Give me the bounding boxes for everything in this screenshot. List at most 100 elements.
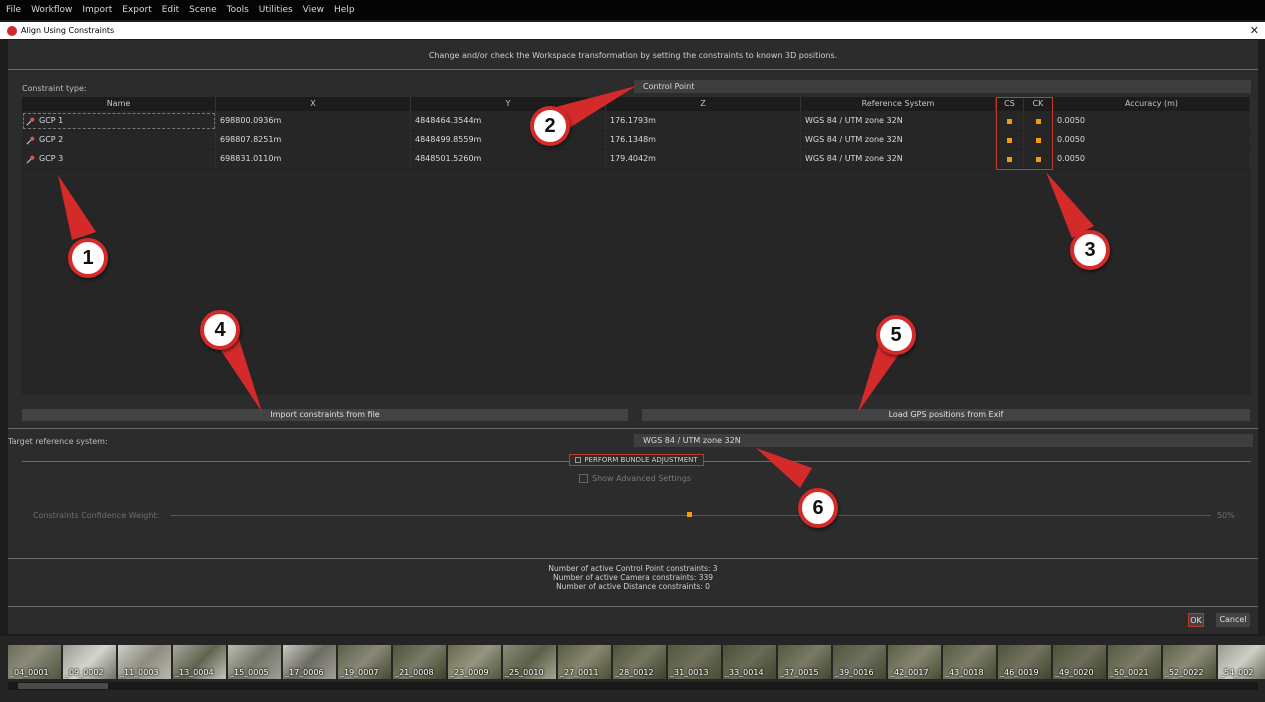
menu-import[interactable]: Import	[82, 5, 112, 15]
col-y-header[interactable]: Y	[411, 97, 606, 111]
thumbnail[interactable]: _37_0015	[778, 645, 831, 679]
thumbnail[interactable]: _21_0008	[393, 645, 446, 679]
cs-checkbox[interactable]	[996, 112, 1024, 130]
accuracy-cell[interactable]: 0.0050	[1053, 112, 1251, 130]
callout-marker: 4	[200, 310, 240, 350]
col-z-header[interactable]: Z	[606, 97, 801, 111]
thumbnail[interactable]: _54_002	[1218, 645, 1265, 679]
thumbnail[interactable]: _17_0006	[283, 645, 336, 679]
callout-marker: 2	[530, 106, 570, 146]
thumbnail[interactable]: _27_0011	[558, 645, 611, 679]
bundle-adjustment-toggle[interactable]: PERFORM BUNDLE ADJUSTMENT	[569, 454, 704, 466]
scrollbar-thumb[interactable]	[18, 683, 108, 689]
cancel-button[interactable]: Cancel	[1216, 613, 1250, 627]
z-cell[interactable]: 179.4042m	[606, 150, 801, 168]
thumbnail[interactable]: _15_0005	[228, 645, 281, 679]
ck-checkbox[interactable]	[1024, 150, 1053, 168]
thumbnail[interactable]: _39_0016	[833, 645, 886, 679]
col-x-header[interactable]: X	[216, 97, 411, 111]
thumbnail[interactable]: _46_0019	[998, 645, 1051, 679]
col-accuracy-header[interactable]: Accuracy (m)	[1053, 97, 1251, 111]
cs-checkbox[interactable]	[996, 150, 1024, 168]
row-name-cell[interactable]: GCP 2	[22, 131, 216, 149]
advanced-settings-label: Show Advanced Settings	[592, 474, 691, 483]
ck-checkbox[interactable]	[1024, 112, 1053, 130]
thumbnail[interactable]: _49_0020	[1053, 645, 1106, 679]
divider	[8, 558, 1258, 559]
menu-edit[interactable]: Edit	[162, 5, 179, 15]
menu-bar: File Workflow Import Export Edit Scene T…	[0, 0, 1265, 20]
row-name-cell[interactable]: GCP 3	[22, 150, 216, 168]
target-reference-select[interactable]: WGS 84 / UTM zone 32N	[634, 434, 1253, 447]
thumbnail[interactable]: _52_0022	[1163, 645, 1216, 679]
thumbnail-label: _31_0013	[670, 668, 709, 677]
row-name: GCP 2	[39, 135, 64, 144]
col-ref-header[interactable]: Reference System	[801, 97, 996, 111]
y-cell[interactable]: 4848501.5260m	[411, 150, 606, 168]
constraints-table: Name X Y Z Reference System CS CK Accura…	[22, 97, 1251, 395]
checked-mark-icon	[1007, 137, 1012, 143]
constraint-type-select[interactable]: Control Point	[634, 80, 1251, 93]
col-ck-header[interactable]: CK	[1024, 97, 1053, 111]
ok-button[interactable]: OK	[1188, 613, 1204, 627]
x-cell[interactable]: 698800.0936m	[216, 112, 411, 130]
slider-handle[interactable]	[687, 512, 692, 517]
y-cell[interactable]: 4848464.3544m	[411, 112, 606, 130]
checked-mark-icon	[1007, 156, 1012, 162]
thumbnail[interactable]: _04_0001	[8, 645, 61, 679]
toggle-indicator-icon	[575, 457, 582, 463]
load-gps-button[interactable]: Load GPS positions from Exif	[642, 409, 1250, 421]
thumbnail[interactable]: _13_0004	[173, 645, 226, 679]
col-name-header[interactable]: Name	[22, 97, 216, 111]
ck-checkbox[interactable]	[1024, 131, 1053, 149]
z-cell[interactable]: 176.1793m	[606, 112, 801, 130]
row-name-cell[interactable]: GCP 1	[22, 112, 216, 130]
table-row[interactable]: GCP 2 698807.8251m 4848499.8559m 176.134…	[22, 131, 1251, 150]
thumbnail[interactable]: _42_0017	[888, 645, 941, 679]
image-filmstrip: _04_0001 _09_0002 _11_0003 _13_0004 _15_…	[0, 636, 1265, 702]
y-cell[interactable]: 4848499.8559m	[411, 131, 606, 149]
menu-tools[interactable]: Tools	[227, 5, 249, 15]
row-name: GCP 3	[39, 154, 64, 163]
menu-utilities[interactable]: Utilities	[259, 5, 293, 15]
import-constraints-button[interactable]: Import constraints from file	[22, 409, 628, 421]
checked-mark-icon	[1007, 118, 1012, 124]
thumbnail[interactable]: _25_0010	[503, 645, 556, 679]
x-cell[interactable]: 698831.0110m	[216, 150, 411, 168]
menu-workflow[interactable]: Workflow	[31, 5, 72, 15]
thumbnail[interactable]: _50_0021	[1108, 645, 1161, 679]
dialog-titlebar: Align Using Constraints ✕	[0, 22, 1265, 39]
menu-view[interactable]: View	[303, 5, 324, 15]
thumbnail[interactable]: _11_0003	[118, 645, 171, 679]
thumbnail-label: _23_0009	[450, 668, 489, 677]
thumbnail[interactable]: _19_0007	[338, 645, 391, 679]
thumbnail[interactable]: _23_0009	[448, 645, 501, 679]
table-row[interactable]: GCP 3 698831.0110m 4848501.5260m 179.404…	[22, 150, 1251, 169]
ref-cell[interactable]: WGS 84 / UTM zone 32N	[801, 150, 996, 168]
accuracy-cell[interactable]: 0.0050	[1053, 131, 1251, 149]
thumbnail[interactable]: _33_0014	[723, 645, 776, 679]
thumbnail-label: _54_002	[1220, 668, 1254, 677]
menu-file[interactable]: File	[6, 5, 21, 15]
accuracy-cell[interactable]: 0.0050	[1053, 150, 1251, 168]
advanced-settings-checkbox[interactable]: Show Advanced Settings	[579, 474, 691, 483]
x-cell[interactable]: 698807.8251m	[216, 131, 411, 149]
thumbnail-label: _39_0016	[835, 668, 874, 677]
filmstrip-scrollbar[interactable]	[8, 682, 1258, 690]
thumbnail[interactable]: _09_0002	[63, 645, 116, 679]
callout-marker: 3	[1070, 230, 1110, 270]
menu-export[interactable]: Export	[122, 5, 151, 15]
thumbnail[interactable]: _43_0018	[943, 645, 996, 679]
col-cs-header[interactable]: CS	[996, 97, 1024, 111]
z-cell[interactable]: 176.1348m	[606, 131, 801, 149]
ref-cell[interactable]: WGS 84 / UTM zone 32N	[801, 112, 996, 130]
cs-checkbox[interactable]	[996, 131, 1024, 149]
close-icon[interactable]: ✕	[1250, 24, 1259, 37]
menu-scene[interactable]: Scene	[189, 5, 216, 15]
menu-help[interactable]: Help	[334, 5, 355, 15]
thumbnail-label: _28_0012	[615, 668, 654, 677]
thumbnail[interactable]: _31_0013	[668, 645, 721, 679]
ref-cell[interactable]: WGS 84 / UTM zone 32N	[801, 131, 996, 149]
table-row[interactable]: GCP 1 698800.0936m 4848464.3544m 176.179…	[22, 112, 1251, 131]
thumbnail[interactable]: _28_0012	[613, 645, 666, 679]
